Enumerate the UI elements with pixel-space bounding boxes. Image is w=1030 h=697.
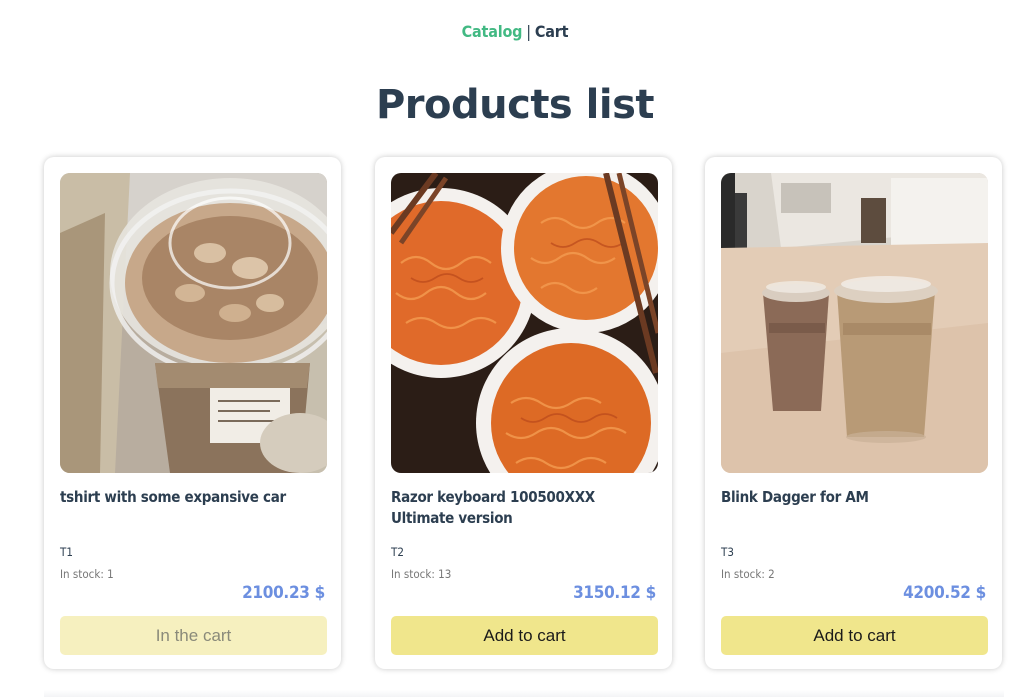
product-image <box>391 173 658 473</box>
product-price: 2100.23 $ <box>242 583 325 603</box>
product-name: tshirt with some expansive car <box>60 488 286 506</box>
product-card: Razor keyboard 100500XXX Ultimate versio… <box>375 157 672 669</box>
product-image <box>721 173 988 473</box>
product-image <box>60 173 327 473</box>
iced-latte-photo <box>60 173 327 473</box>
product-sku: T2 <box>391 545 404 559</box>
ramen-bowls-photo <box>391 173 658 473</box>
top-nav: Catalog | Cart <box>0 22 1030 41</box>
nav-link-catalog[interactable]: Catalog <box>462 22 523 41</box>
product-card: Blink Dagger for AM T3 In stock: 2 4200.… <box>705 157 1002 669</box>
product-sku: T3 <box>721 545 734 559</box>
nav-separator: | <box>526 22 531 41</box>
nav-link-cart[interactable]: Cart <box>535 22 569 41</box>
product-stock: In stock: 2 <box>721 567 775 581</box>
product-name: Razor keyboard 100500XXX Ultimate versio… <box>391 488 595 527</box>
product-stock: In stock: 13 <box>391 567 452 581</box>
product-price: 4200.52 $ <box>903 583 986 603</box>
iced-coffee-cups-photo <box>721 173 988 473</box>
product-stock: In stock: 1 <box>60 567 114 581</box>
product-grid: tshirt with some expansive car T1 In sto… <box>44 157 1004 697</box>
add-to-cart-button[interactable]: Add to cart <box>391 616 658 655</box>
next-row-shadow <box>44 690 1004 697</box>
product-price: 3150.12 $ <box>573 583 656 603</box>
page-title: Products list <box>375 82 655 128</box>
product-card: tshirt with some expansive car T1 In sto… <box>44 157 341 669</box>
product-sku: T1 <box>60 545 73 559</box>
product-name: Blink Dagger for AM <box>721 488 869 506</box>
in-cart-button[interactable]: In the cart <box>60 616 327 655</box>
add-to-cart-button[interactable]: Add to cart <box>721 616 988 655</box>
